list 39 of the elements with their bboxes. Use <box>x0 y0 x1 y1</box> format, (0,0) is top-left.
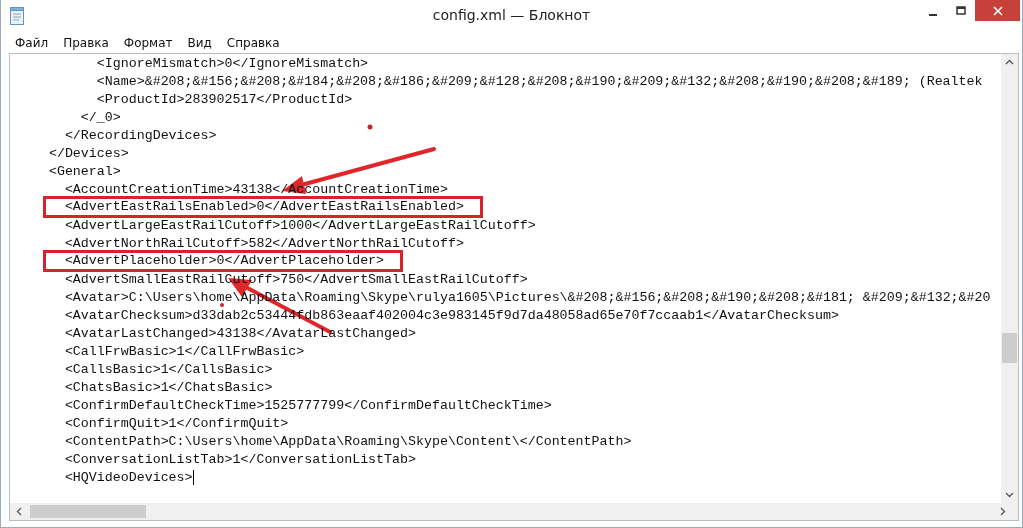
code-line: <Name>&#208;&#156;&#208;&#184;&#208;&#186;&#209;&#128;&#208;&#190;&#209;&#132;&#208;&#190;&#208;&#189; (Realtek <box>96 73 983 89</box>
code-line: <HQVideoDevices> <box>64 469 193 485</box>
scroll-right-icon[interactable] <box>1000 507 1006 516</box>
code-line: <AdvertNorthRailCutoff>582</AdvertNorthRailCutoff> <box>64 235 464 251</box>
menu-item[interactable]: Формат <box>115 34 180 52</box>
minimize-icon <box>928 13 938 16</box>
code-line: <AdvertLargeEastRailCutoff>1000</AdvertLargeEastRailCutoff> <box>64 217 536 233</box>
dot-mark <box>367 124 373 130</box>
notepad-icon <box>9 7 25 25</box>
code-line: <AvatarLastChanged>43138</AvatarLastChanged> <box>64 325 416 341</box>
code-line: <ProductId>283902517</ProductId> <box>96 91 353 107</box>
menu-item[interactable]: Правка <box>55 34 116 52</box>
menu-item[interactable]: Вид <box>179 34 219 52</box>
code-line: <ConfirmQuit>1</ConfirmQuit> <box>64 415 289 431</box>
code-line: </RecordingDevices> <box>64 127 217 143</box>
code-line: <General> <box>48 163 121 179</box>
scroll-thumb[interactable] <box>1002 333 1017 364</box>
code-line: <IgnoreMismatch>0</IgnoreMismatch> <box>96 55 369 71</box>
code-line: <CallsBasic>1</CallsBasic> <box>64 361 273 377</box>
scroll-thumb[interactable] <box>30 505 146 518</box>
code-line: <ConversationListTab>1</ConversationListTab> <box>64 451 416 467</box>
code-line: <AdvertSmallEastRailCutoff>750</AdvertSmallEastRailCutoff> <box>64 271 528 287</box>
code-line: <ChatsBasic>1</ChatsBasic> <box>64 379 273 395</box>
scroll-left-icon[interactable] <box>16 507 22 516</box>
menu-item[interactable]: Файл <box>7 34 56 52</box>
code-line: </Devices> <box>48 145 129 161</box>
code-line: <CallFrwBasic>1</CallFrwBasic> <box>64 343 305 359</box>
horizontal-scrollbar[interactable] <box>10 503 1018 520</box>
scroll-up-icon[interactable] <box>1005 59 1014 65</box>
close-icon <box>992 5 1003 16</box>
code-line: <ContentPath>C:\Users\home\AppData\Roaming\Skype\Content\</ContentPath> <box>64 433 632 449</box>
window-title: config.xml — Блокнот <box>432 7 591 23</box>
dot-mark <box>220 303 224 307</box>
maximize-icon <box>956 5 966 16</box>
scroll-down-icon[interactable] <box>1005 492 1014 498</box>
code-line: </_0> <box>80 109 121 125</box>
vertical-scrollbar[interactable] <box>1001 54 1018 503</box>
menu-item[interactable]: Справка <box>218 34 287 52</box>
code-line: <ConfirmDefaultCheckTime>1525777799</ConfirmDefaultCheckTime> <box>64 397 552 413</box>
